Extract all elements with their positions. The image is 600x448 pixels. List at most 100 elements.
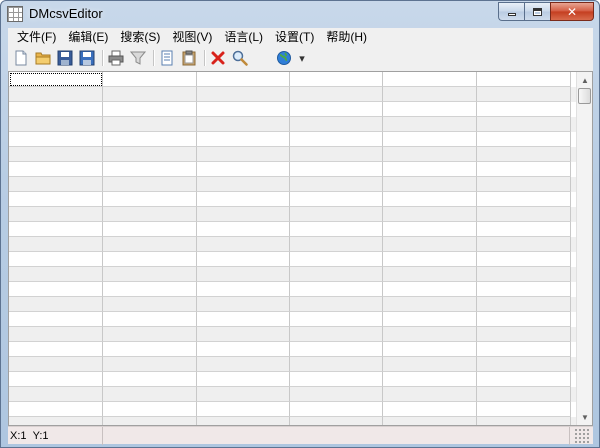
grid-cell[interactable] — [290, 312, 383, 327]
close-button[interactable]: ✕ — [550, 2, 594, 21]
minimize-button[interactable] — [498, 2, 524, 21]
grid-cell[interactable] — [383, 357, 477, 372]
grid-cell[interactable] — [103, 192, 197, 207]
grid-cell[interactable] — [103, 147, 197, 162]
grid-cell[interactable] — [383, 162, 477, 177]
grid-cell[interactable] — [383, 102, 477, 117]
scroll-thumb[interactable] — [578, 88, 591, 104]
grid-cell[interactable] — [290, 87, 383, 102]
grid-cell[interactable] — [9, 147, 103, 162]
grid-cell[interactable] — [9, 417, 103, 425]
grid-cell[interactable] — [290, 132, 383, 147]
csv-grid[interactable]: ▲ ▼ — [8, 71, 593, 426]
save-as-button[interactable] — [77, 48, 97, 68]
grid-cell[interactable] — [9, 372, 103, 387]
grid-cell[interactable] — [103, 72, 197, 87]
grid-cell[interactable] — [197, 327, 290, 342]
grid-cell[interactable] — [477, 87, 571, 102]
grid-cell[interactable] — [103, 222, 197, 237]
grid-cell[interactable] — [197, 177, 290, 192]
grid-cell[interactable] — [9, 252, 103, 267]
grid-cell[interactable] — [9, 222, 103, 237]
grid-cell[interactable] — [383, 72, 477, 87]
grid-cell[interactable] — [477, 132, 571, 147]
grid-cell[interactable] — [290, 267, 383, 282]
grid-cell[interactable] — [290, 237, 383, 252]
grid-cell[interactable] — [197, 357, 290, 372]
grid-cell[interactable] — [103, 102, 197, 117]
delete-button[interactable] — [208, 48, 228, 68]
grid-cell[interactable] — [103, 327, 197, 342]
vertical-scrollbar[interactable]: ▲ ▼ — [576, 72, 592, 425]
grid-cell[interactable] — [103, 132, 197, 147]
menu-help[interactable]: 帮助(H) — [320, 28, 373, 47]
grid-cell[interactable] — [290, 72, 383, 87]
grid-cell[interactable] — [197, 132, 290, 147]
grid-cell[interactable] — [9, 132, 103, 147]
grid-cell[interactable] — [383, 297, 477, 312]
grid-cell[interactable] — [9, 282, 103, 297]
grid-cell[interactable] — [103, 267, 197, 282]
grid-cell[interactable] — [477, 357, 571, 372]
grid-cell[interactable] — [197, 237, 290, 252]
grid-cell[interactable] — [197, 102, 290, 117]
grid-cell[interactable] — [383, 267, 477, 282]
grid-cell[interactable] — [197, 387, 290, 402]
grid-cell[interactable] — [477, 342, 571, 357]
grid-cell[interactable] — [477, 207, 571, 222]
grid-cell[interactable] — [383, 192, 477, 207]
menu-language[interactable]: 语言(L) — [218, 28, 269, 47]
grid-cell[interactable] — [197, 192, 290, 207]
grid-cell[interactable] — [290, 252, 383, 267]
grid-cell[interactable] — [477, 237, 571, 252]
maximize-button[interactable] — [524, 2, 550, 21]
grid-cell[interactable] — [103, 252, 197, 267]
grid-cell[interactable] — [9, 402, 103, 417]
grid-cell[interactable] — [290, 222, 383, 237]
grid-cell[interactable] — [197, 312, 290, 327]
grid-cell[interactable] — [9, 177, 103, 192]
grid-cell[interactable] — [103, 87, 197, 102]
grid-cell[interactable] — [383, 222, 477, 237]
grid-cell[interactable] — [9, 102, 103, 117]
grid-cell[interactable] — [103, 342, 197, 357]
grid-cell[interactable] — [383, 342, 477, 357]
grid-cell[interactable] — [9, 72, 103, 87]
grid-cell[interactable] — [103, 162, 197, 177]
grid-cell[interactable] — [197, 162, 290, 177]
grid-cell[interactable] — [290, 282, 383, 297]
grid-cell[interactable] — [9, 387, 103, 402]
grid-cell[interactable] — [197, 267, 290, 282]
grid-cell[interactable] — [383, 312, 477, 327]
grid-cell[interactable] — [477, 282, 571, 297]
grid-cell[interactable] — [383, 132, 477, 147]
grid-cell[interactable] — [383, 252, 477, 267]
grid-cell[interactable] — [9, 312, 103, 327]
grid-cell[interactable] — [290, 177, 383, 192]
search-button[interactable] — [230, 48, 250, 68]
grid-cell[interactable] — [383, 207, 477, 222]
grid-cell[interactable] — [197, 87, 290, 102]
grid-cell[interactable] — [290, 102, 383, 117]
grid-cell[interactable] — [9, 267, 103, 282]
grid-cell[interactable] — [103, 402, 197, 417]
print-button[interactable] — [106, 48, 126, 68]
grid-cell[interactable] — [477, 402, 571, 417]
scroll-up-button[interactable]: ▲ — [577, 72, 592, 88]
save-button[interactable] — [55, 48, 75, 68]
grid-cell[interactable] — [9, 357, 103, 372]
grid-cell[interactable] — [477, 192, 571, 207]
grid-cell[interactable] — [197, 117, 290, 132]
grid-cell[interactable] — [477, 267, 571, 282]
grid-cell[interactable] — [477, 222, 571, 237]
grid-cell[interactable] — [477, 387, 571, 402]
grid-cell[interactable] — [103, 207, 197, 222]
grid-cell[interactable] — [9, 327, 103, 342]
grid-cell[interactable] — [290, 192, 383, 207]
grid-cell[interactable] — [103, 282, 197, 297]
grid-cell[interactable] — [477, 147, 571, 162]
grid-cell[interactable] — [103, 312, 197, 327]
language-dropdown-button[interactable]: ▾ — [296, 48, 308, 68]
grid-cell[interactable] — [477, 312, 571, 327]
grid-cell[interactable] — [383, 372, 477, 387]
